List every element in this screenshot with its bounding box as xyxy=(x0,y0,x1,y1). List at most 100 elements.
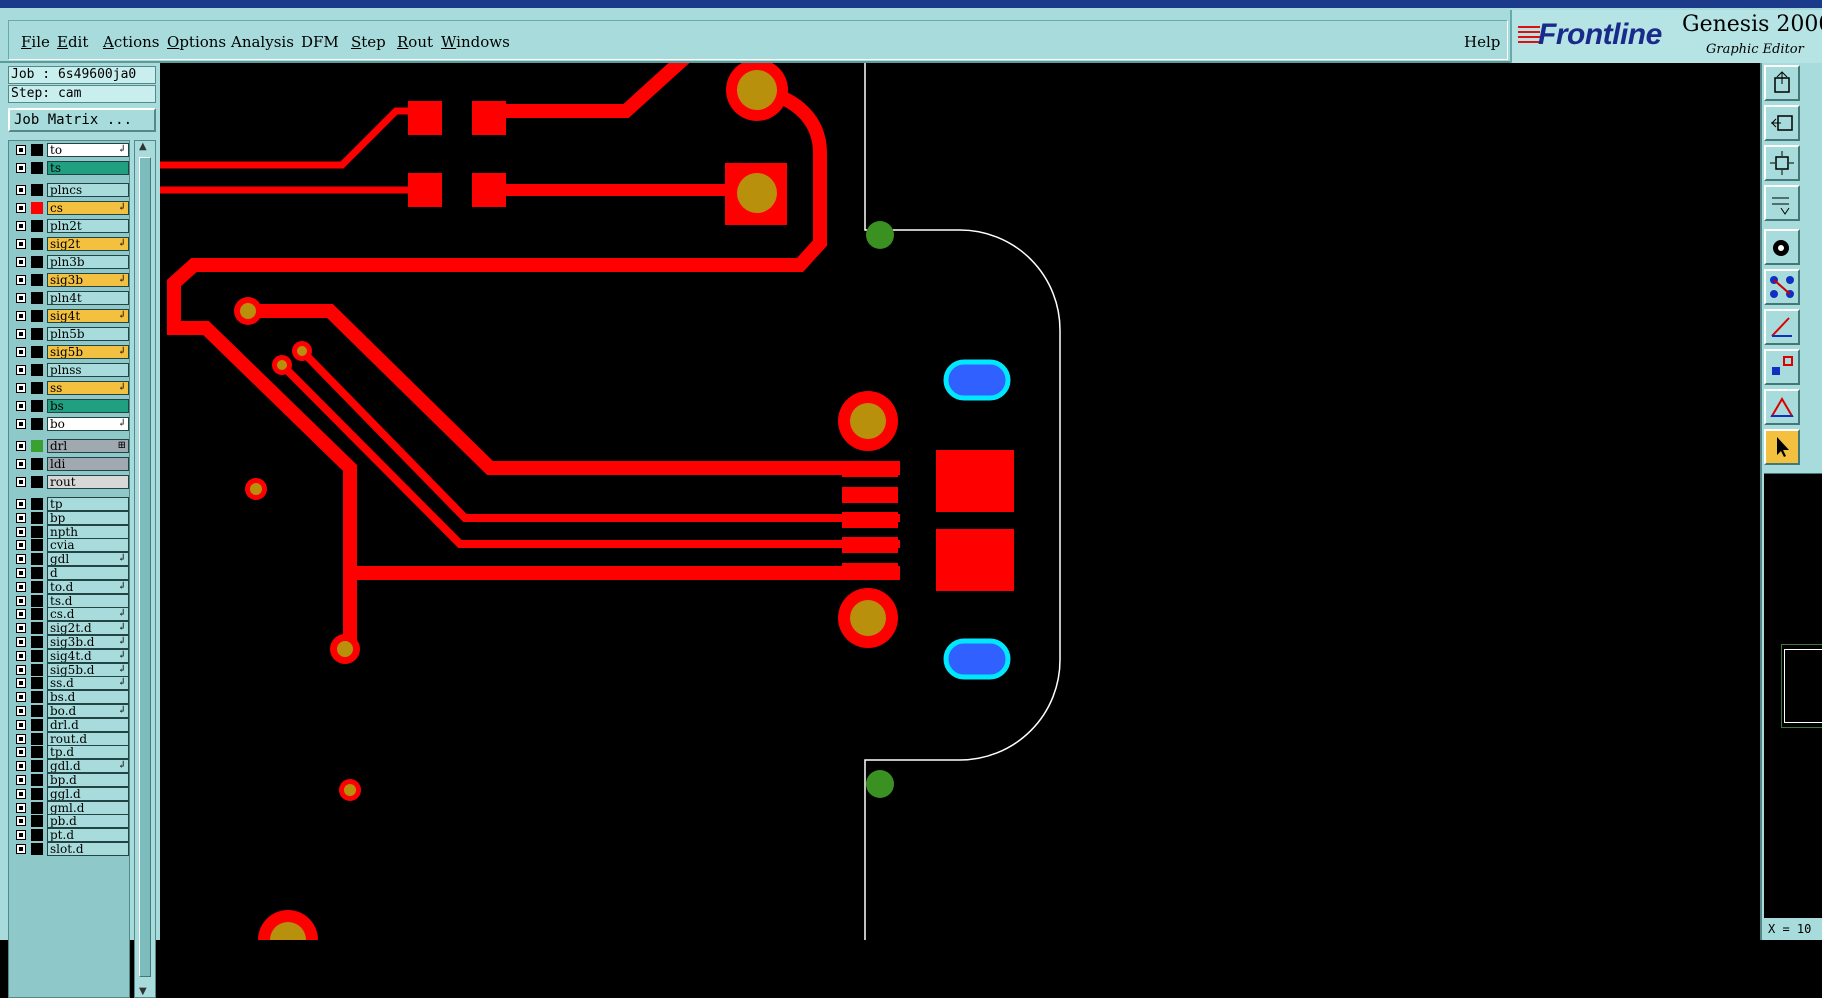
layer-row[interactable]: tp xyxy=(11,497,129,511)
layer-row[interactable]: cvia xyxy=(11,538,129,553)
scrollbar-thumb[interactable] xyxy=(139,157,151,977)
menu-step[interactable]: Step xyxy=(351,33,386,51)
layer-checkbox[interactable] xyxy=(16,581,26,592)
layer-row[interactable]: bp xyxy=(11,510,129,525)
layer-row[interactable]: bs.d xyxy=(11,690,129,705)
layer-row[interactable]: slot.d xyxy=(11,842,129,856)
layer-row[interactable]: sig4t ↲ xyxy=(11,309,129,323)
pointer-icon[interactable] xyxy=(1764,429,1800,465)
graphic-canvas[interactable] xyxy=(160,47,1760,970)
layer-row[interactable]: plncs xyxy=(11,183,129,197)
zoom-back-icon[interactable] xyxy=(1764,105,1800,141)
layer-checkbox[interactable] xyxy=(16,203,26,213)
layer-checkbox[interactable] xyxy=(16,401,26,411)
menu-dfm[interactable]: DFM xyxy=(301,33,339,51)
layer-checkbox[interactable] xyxy=(16,221,26,231)
layer-row[interactable]: gml.d xyxy=(11,800,129,815)
overview-window[interactable] xyxy=(1764,473,1822,919)
layer-checkbox[interactable] xyxy=(16,844,26,854)
layer-row[interactable]: pb.d xyxy=(11,814,129,829)
layer-row[interactable]: rout xyxy=(11,475,129,489)
layer-checkbox[interactable] xyxy=(16,419,26,429)
layer-row[interactable]: pln2t xyxy=(11,219,129,233)
menu-windows[interactable]: Windows xyxy=(441,33,510,51)
layer-row[interactable]: pln5b xyxy=(11,327,129,341)
menu-edit[interactable]: Edit xyxy=(57,33,88,51)
layer-row[interactable]: ts xyxy=(11,161,129,175)
menu-rout[interactable]: Rout xyxy=(397,33,433,51)
scroll-up-icon[interactable]: ▲ xyxy=(139,141,147,152)
layer-row[interactable]: to ↲ xyxy=(11,143,129,157)
layer-row[interactable]: bp.d xyxy=(11,773,129,787)
layer-row[interactable]: sig4t.d ↲ xyxy=(11,648,129,663)
layer-checkbox[interactable] xyxy=(16,775,26,785)
layer-row[interactable]: gdl.d ↲ xyxy=(11,759,129,774)
layer-checkbox[interactable] xyxy=(16,664,26,675)
menu-options[interactable]: Options xyxy=(167,33,226,51)
layer-checkbox[interactable] xyxy=(16,595,26,606)
overview-viewport[interactable] xyxy=(1781,644,1822,728)
layer-row[interactable]: tp.d xyxy=(11,745,129,760)
layer-checkbox[interactable] xyxy=(16,802,26,813)
layer-checkbox[interactable] xyxy=(16,623,26,634)
menu-actions[interactable]: Actions xyxy=(103,33,159,51)
layer-checkbox[interactable] xyxy=(16,788,26,799)
layer-row[interactable]: rout.d xyxy=(11,731,129,746)
feature-select-icon[interactable] xyxy=(1764,229,1800,265)
layer-checkbox[interactable] xyxy=(16,568,26,578)
layer-row[interactable]: ss.d ↲ xyxy=(11,676,129,691)
layer-row[interactable]: cs ↲ xyxy=(11,201,129,215)
layer-scrollbar[interactable]: ▲ ▼ xyxy=(134,140,156,998)
layer-checkbox[interactable] xyxy=(16,499,26,509)
layer-checkbox[interactable] xyxy=(16,239,26,249)
layer-row[interactable]: sig3b.d ↲ xyxy=(11,635,129,649)
net-icon[interactable] xyxy=(1764,269,1800,305)
layer-checkbox[interactable] xyxy=(16,365,26,375)
layer-checkbox[interactable] xyxy=(16,526,26,537)
layer-row[interactable]: ss ↲ xyxy=(11,381,129,395)
layer-row[interactable]: drl ⊞ xyxy=(11,439,129,453)
layer-checkbox[interactable] xyxy=(16,678,26,689)
layer-checkbox[interactable] xyxy=(16,293,26,303)
layer-row[interactable]: bo.d ↲ xyxy=(11,704,129,718)
layer-checkbox[interactable] xyxy=(16,329,26,339)
layer-checkbox[interactable] xyxy=(16,650,26,661)
layer-row[interactable]: ldi xyxy=(11,457,129,471)
layer-checkbox[interactable] xyxy=(16,347,26,357)
layer-row[interactable]: pln4t xyxy=(11,291,129,305)
layer-row[interactable]: bs xyxy=(11,399,129,413)
snap-icon[interactable] xyxy=(1764,349,1800,385)
measure-angle-icon[interactable] xyxy=(1764,309,1800,345)
layer-checkbox[interactable] xyxy=(16,706,26,716)
layer-checkbox[interactable] xyxy=(16,719,26,730)
job-matrix-button[interactable]: Job Matrix ... xyxy=(8,108,156,132)
layer-row[interactable]: to.d ↲ xyxy=(11,579,129,594)
layer-checkbox[interactable] xyxy=(16,733,26,744)
layer-checkbox[interactable] xyxy=(16,554,26,565)
layer-row[interactable]: bo ↲ xyxy=(11,417,129,431)
layer-checkbox[interactable] xyxy=(16,830,26,841)
layer-row[interactable]: pt.d xyxy=(11,828,129,843)
layer-checkbox[interactable] xyxy=(16,540,26,551)
layer-checkbox[interactable] xyxy=(16,185,26,195)
layer-checkbox[interactable] xyxy=(16,163,26,173)
layer-checkbox[interactable] xyxy=(16,275,26,285)
layer-checkbox[interactable] xyxy=(16,257,26,267)
layer-row[interactable]: ts.d xyxy=(11,593,129,608)
layer-checkbox[interactable] xyxy=(16,383,26,393)
layer-row[interactable]: plnss xyxy=(11,363,129,377)
layer-checkbox[interactable] xyxy=(16,816,26,827)
layer-row[interactable]: d xyxy=(11,566,129,580)
scroll-down-icon[interactable]: ▼ xyxy=(139,986,147,997)
layer-checkbox[interactable] xyxy=(16,692,26,703)
layer-checkbox[interactable] xyxy=(16,761,26,772)
layer-row[interactable]: npth xyxy=(11,524,129,539)
menu-analysis[interactable]: Analysis xyxy=(231,33,294,51)
layer-row[interactable]: pln3b xyxy=(11,255,129,269)
layer-checkbox[interactable] xyxy=(16,441,26,451)
layer-checkbox[interactable] xyxy=(16,311,26,321)
layer-row[interactable]: sig3b ↲ xyxy=(11,273,129,287)
layer-row[interactable]: drl.d xyxy=(11,717,129,732)
layer-row[interactable]: cs.d ↲ xyxy=(11,607,129,622)
layer-checkbox[interactable] xyxy=(16,145,26,155)
